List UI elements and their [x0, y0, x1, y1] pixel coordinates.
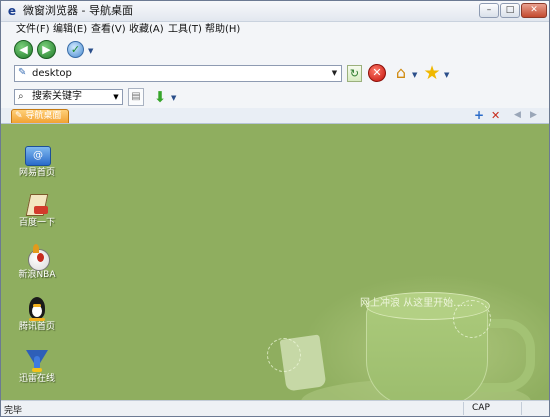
caps-lock-indicator: CAP: [472, 403, 490, 413]
window-title: 微窗浏览器 - 导航桌面: [23, 4, 133, 17]
search-dropdown-icon[interactable]: ▼: [111, 91, 121, 103]
desktop-shortcut-baidu[interactable]: 百度一下: [7, 192, 67, 229]
arrow-left-icon: ◀: [19, 43, 28, 56]
desktop-shortcut-netease[interactable]: @ 网易首页: [7, 142, 67, 179]
page-icon: ✎: [18, 67, 27, 78]
history-button[interactable]: ✓: [67, 41, 84, 58]
tencent-penguin-icon: [24, 296, 50, 322]
download-button[interactable]: ⬇: [151, 88, 169, 106]
tab-prev-button[interactable]: ◀: [514, 108, 521, 123]
refresh-button[interactable]: ↻: [347, 65, 362, 82]
shortcut-label: 网易首页: [18, 168, 55, 178]
search-go-button[interactable]: ▤: [128, 88, 144, 106]
close-tab-button[interactable]: ✕: [491, 108, 500, 123]
status-divider: [463, 402, 464, 415]
status-bar: 完毕 CAP: [1, 400, 549, 416]
search-toolbar: ⌕ 搜索关键字 ▼ ▤ ⬇ ▼: [1, 87, 549, 108]
home-dropdown-icon[interactable]: ▼: [412, 71, 417, 79]
tab-page-icon: ✎: [15, 111, 23, 121]
download-arrow-icon: ⬇: [153, 88, 167, 106]
arrow-right-icon: ▶: [42, 43, 51, 56]
search-bar[interactable]: ⌕ 搜索关键字 ▼: [14, 89, 123, 105]
circle-decoration: [267, 338, 301, 372]
forward-button[interactable]: ▶: [37, 40, 56, 59]
shortcut-label: 新浪NBA: [18, 270, 56, 280]
address-bar[interactable]: ✎ desktop ▼: [14, 65, 342, 82]
tab-bar: ✎ 导航桌面 + ✕ ◀ ▶: [1, 108, 549, 123]
minimize-button[interactable]: –: [479, 3, 499, 18]
favorites-dropdown-icon[interactable]: ▼: [444, 71, 449, 79]
desktop-shortcut-tencent[interactable]: 腾讯首页: [7, 296, 67, 333]
address-toolbar: ✎ desktop ▼ ↻ ✕ ⌂ ▼ ★ ▼: [1, 62, 549, 86]
title-bar[interactable]: e 微窗浏览器 - 导航桌面 – □ ✕: [1, 1, 549, 22]
menu-edit[interactable]: 编辑(E): [53, 24, 87, 36]
favorites-button[interactable]: ★: [421, 62, 443, 84]
netease-icon: @: [24, 142, 51, 168]
shortcut-label: 迅雷在线: [18, 374, 55, 384]
search-input[interactable]: 搜索关键字: [32, 91, 82, 103]
page-search-icon: ▤: [131, 91, 141, 102]
menu-help[interactable]: 帮助(H): [205, 24, 240, 36]
app-icon: e: [7, 4, 17, 18]
tab-label: 导航桌面: [25, 111, 62, 121]
history-icon: ✓: [70, 43, 81, 56]
home-icon: ⌂: [395, 63, 407, 82]
download-dropdown-icon[interactable]: ▼: [171, 94, 176, 102]
menu-bar: 文件(F) 编辑(E) 查看(V) 收藏(A) 工具(T) 帮助(H): [1, 22, 549, 38]
desktop-shortcut-xunlei[interactable]: 迅雷在线: [7, 348, 67, 385]
close-button[interactable]: ✕: [521, 3, 547, 18]
stop-icon: ✕: [372, 66, 382, 79]
menu-tools[interactable]: 工具(T): [168, 24, 202, 36]
shortcut-label: 百度一下: [18, 218, 55, 228]
refresh-icon: ↻: [349, 67, 360, 80]
navigation-toolbar: ◀ ▶ ✓ ▼: [1, 39, 549, 61]
shortcut-label: 腾讯首页: [18, 322, 55, 332]
history-dropdown-icon[interactable]: ▼: [88, 47, 93, 55]
menu-file[interactable]: 文件(F): [16, 24, 50, 36]
stop-button[interactable]: ✕: [368, 64, 386, 82]
desktop-shortcut-sina-nba[interactable]: 新浪NBA: [7, 244, 67, 281]
back-button[interactable]: ◀: [14, 40, 33, 59]
address-dropdown-icon[interactable]: ▼: [329, 67, 340, 80]
menu-favorites[interactable]: 收藏(A): [129, 24, 164, 36]
tab-next-button[interactable]: ▶: [530, 108, 537, 123]
sina-nba-icon: [24, 244, 50, 271]
search-icon: ⌕: [18, 91, 24, 102]
desktop-slogan: 网上冲浪 从这里开始……: [360, 298, 474, 309]
status-divider: [521, 402, 522, 415]
address-input[interactable]: desktop: [32, 68, 72, 80]
browser-window: e 微窗浏览器 - 导航桌面 – □ ✕ 文件(F) 编辑(E) 查看(V) 收…: [0, 0, 550, 417]
status-text: 完毕: [4, 406, 23, 416]
xunlei-bird-icon: [24, 348, 50, 374]
new-tab-button[interactable]: +: [474, 108, 484, 123]
menu-view[interactable]: 查看(V): [91, 24, 126, 36]
baidu-icon: [24, 192, 50, 218]
maximize-button[interactable]: □: [500, 3, 520, 18]
star-icon: ★: [423, 62, 441, 84]
desktop-content: 网上冲浪 从这里开始…… @ 网易首页 百度一下 新浪NBA 腾讯首页 迅雷在线: [1, 123, 549, 401]
tab-nav-desktop[interactable]: ✎ 导航桌面: [11, 109, 69, 123]
home-button[interactable]: ⌂: [391, 63, 411, 83]
